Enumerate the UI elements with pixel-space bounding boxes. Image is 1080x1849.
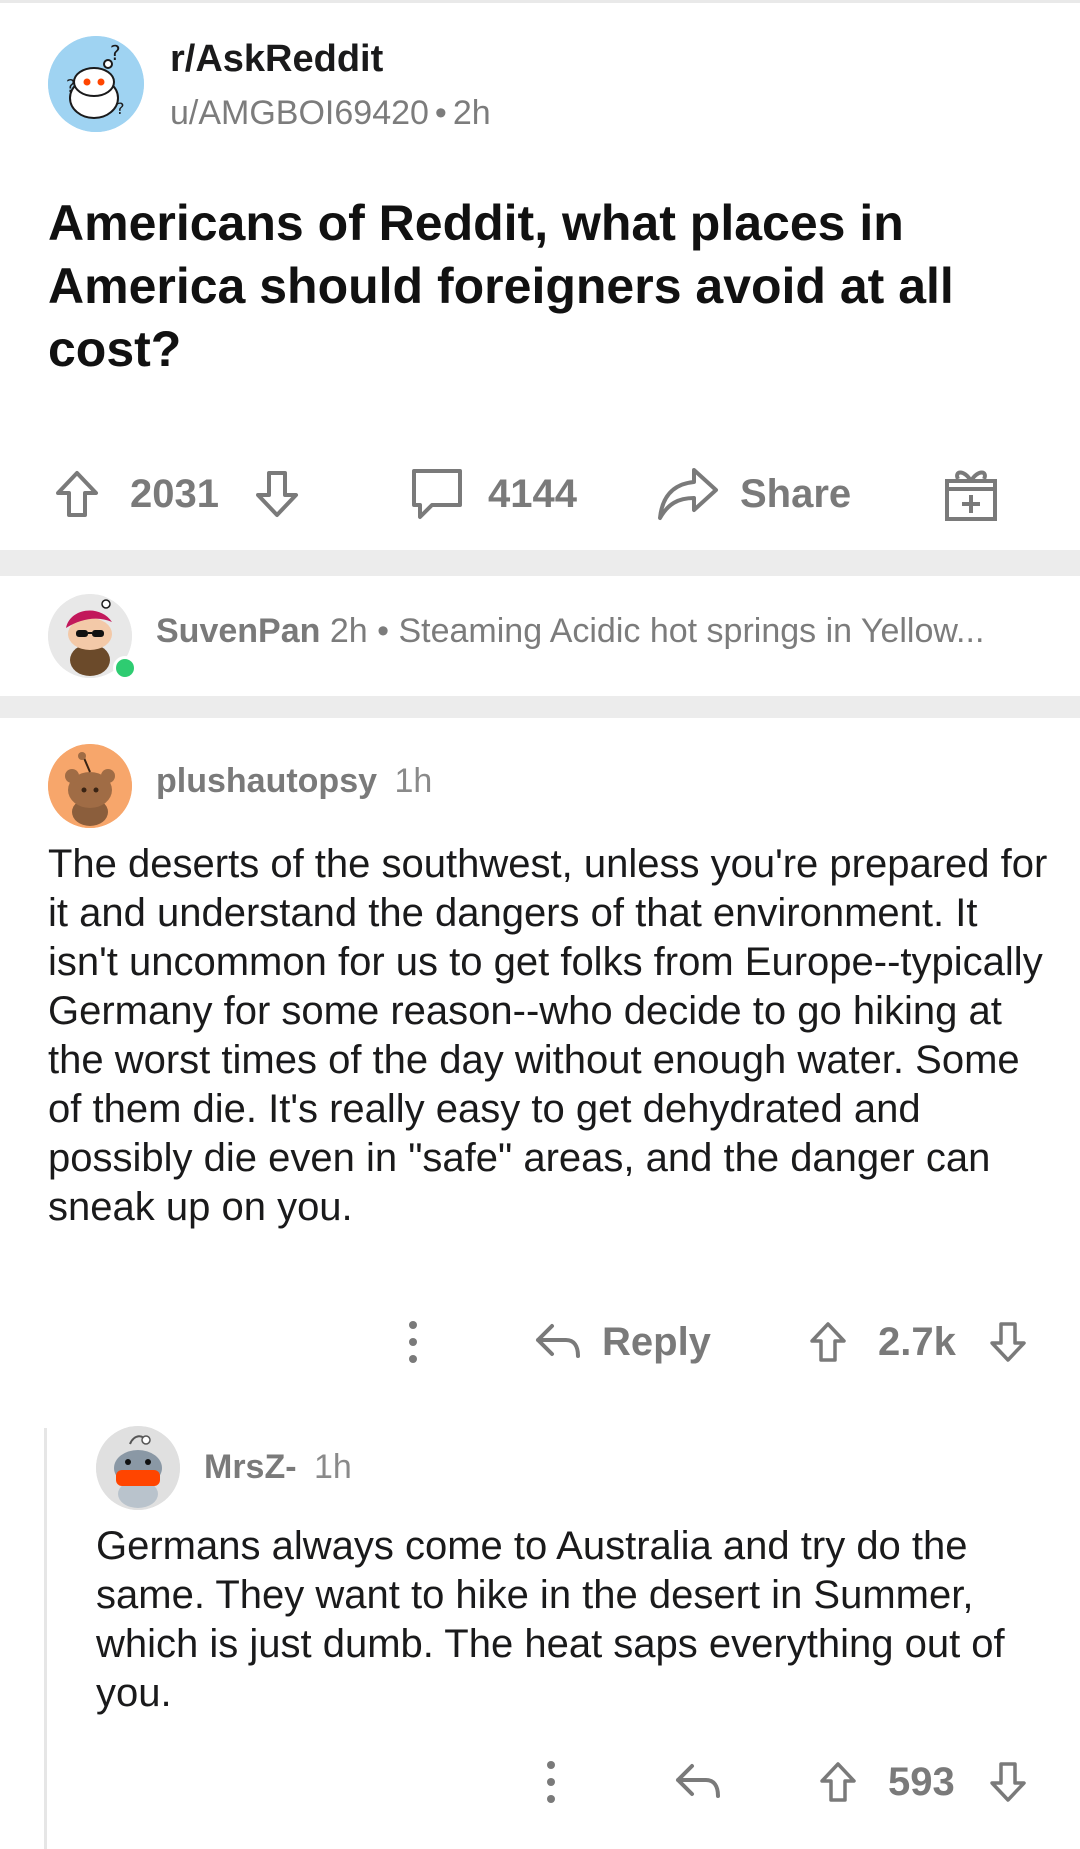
share-button[interactable]: Share: [656, 456, 851, 532]
upvote-arrow-icon: [818, 1760, 858, 1804]
post-age: 2h: [452, 94, 491, 132]
comment-age: 1h: [394, 762, 433, 800]
online-status-dot: [113, 656, 137, 680]
post-title[interactable]: Americans of Reddit, what places in Amer…: [48, 192, 1038, 381]
comment-header: MrsZ- 1h: [204, 1448, 352, 1487]
comment-body: Germans always come to Australia and try…: [96, 1524, 1005, 1715]
comment-action-bar: 593: [0, 1752, 1080, 1812]
post-header: ? ? ? r/AskReddit u/AMGBOI69420 • 2h: [48, 36, 1048, 132]
comment-bubble-icon: [408, 465, 466, 523]
reply-label: Reply: [602, 1319, 711, 1364]
comment-score: 593: [888, 1759, 955, 1804]
reply-button[interactable]: [672, 1752, 722, 1812]
top-edge: [0, 0, 1080, 3]
snoo-bear-icon: [48, 744, 132, 828]
collapsed-comment[interactable]: SuvenPan 2h • Steaming Acidic hot spring…: [48, 592, 1048, 682]
comment-preview: Steaming Acidic hot springs in Yellow...: [398, 612, 985, 650]
reply-arrow-icon: [672, 1760, 722, 1804]
upvote-count: 2031: [130, 471, 219, 516]
comment-username[interactable]: SuvenPan: [156, 612, 320, 650]
upvote-arrow-icon: [808, 1320, 848, 1364]
upvote-arrow-icon: [54, 469, 100, 519]
comment-upvote-button[interactable]: [808, 1312, 848, 1372]
downvote-button[interactable]: [254, 456, 300, 532]
comments-button[interactable]: [408, 456, 466, 532]
meta-separator: •: [434, 94, 447, 132]
section-separator: [0, 550, 1080, 576]
reply-button[interactable]: Reply: [532, 1312, 711, 1372]
comment-username[interactable]: plushautopsy: [156, 762, 377, 800]
gift-award-icon: [942, 465, 1000, 523]
post-meta: u/AMGBOI69420 • 2h: [170, 94, 491, 133]
mrsz-avatar[interactable]: [96, 1426, 180, 1510]
share-arrow-icon: [656, 464, 720, 524]
comment-action-bar: Reply 2.7k: [0, 1312, 1080, 1372]
comment-username[interactable]: MrsZ-: [204, 1448, 297, 1486]
reply-arrow-icon: [532, 1320, 582, 1364]
meta-separator: •: [377, 612, 390, 650]
more-options-button[interactable]: [398, 1312, 428, 1372]
svg-text:?: ?: [110, 41, 121, 65]
comment-body: The deserts of the southwest, unless you…: [48, 842, 1048, 1229]
subreddit-avatar[interactable]: ? ? ?: [48, 36, 144, 132]
post-action-bar: 2031 4144 Share: [0, 456, 1080, 532]
snoo-question-icon: ? ? ?: [48, 36, 144, 132]
comment-age: 2h: [329, 612, 368, 650]
section-separator: [0, 696, 1080, 718]
share-label: Share: [740, 471, 852, 516]
svg-text:?: ?: [66, 76, 76, 97]
upvote-button[interactable]: [54, 456, 100, 532]
downvote-arrow-icon: [254, 469, 300, 519]
comment-upvote-button[interactable]: [818, 1752, 858, 1812]
snoo-mask-icon: [96, 1426, 180, 1510]
comment-score: 2.7k: [878, 1319, 956, 1364]
comment-count: 4144: [488, 471, 577, 516]
comment-downvote-button[interactable]: [988, 1312, 1028, 1372]
vertical-dots-icon: [398, 1317, 428, 1367]
downvote-arrow-icon: [988, 1760, 1028, 1804]
comment-downvote-button[interactable]: [988, 1752, 1028, 1812]
plushautopsy-avatar[interactable]: [48, 744, 132, 828]
comment-age: 1h: [314, 1448, 352, 1486]
vertical-dots-icon: [536, 1757, 566, 1807]
downvote-arrow-icon: [988, 1320, 1028, 1364]
svg-text:?: ?: [116, 99, 125, 118]
more-options-button[interactable]: [536, 1752, 566, 1812]
comment-header: plushautopsy 1h: [156, 762, 432, 801]
award-button[interactable]: [942, 456, 1000, 532]
collapsed-comment-line: SuvenPan 2h • Steaming Acidic hot spring…: [156, 612, 984, 651]
post-author[interactable]: u/AMGBOI69420: [170, 94, 429, 132]
subreddit-name[interactable]: r/AskReddit: [170, 38, 383, 81]
